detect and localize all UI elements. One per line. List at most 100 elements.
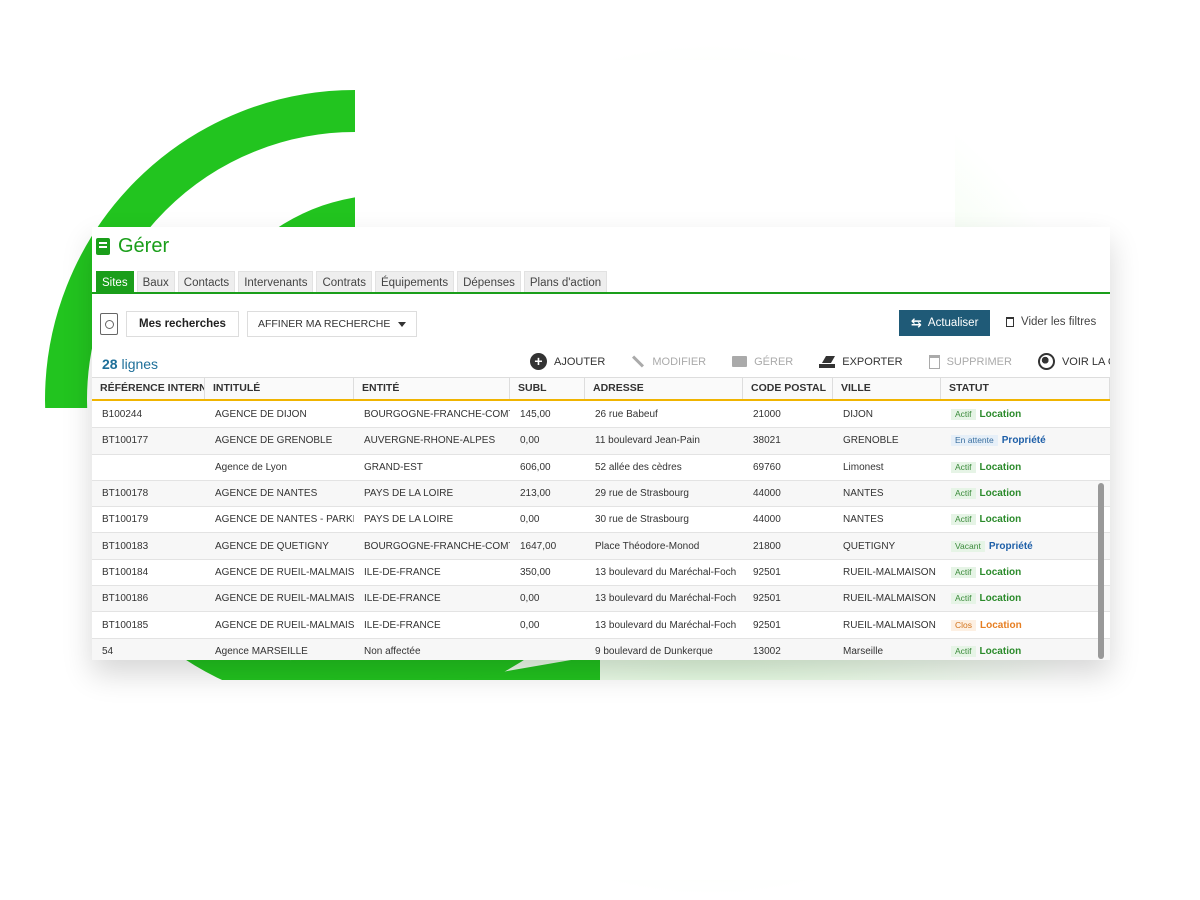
tab-5[interactable]: Équipements bbox=[374, 271, 455, 294]
vertical-scrollbar[interactable] bbox=[1098, 483, 1104, 659]
tab-4[interactable]: Contrats bbox=[316, 271, 372, 294]
refresh-label: Actualiser bbox=[927, 317, 979, 329]
column-header[interactable]: VILLE bbox=[833, 378, 941, 399]
tab-6[interactable]: Dépenses bbox=[457, 271, 521, 294]
cell-status: Actif Location bbox=[941, 566, 1110, 578]
table-row[interactable]: Agence de Lyon GRAND-EST 606,00 52 allée de… bbox=[92, 454, 1110, 481]
cell-status: Actif Location bbox=[941, 409, 1110, 421]
table-row[interactable]: BT100185 AGENCE DE RUEIL-MALMAISON - F ILE… bbox=[92, 612, 1110, 639]
trash-icon bbox=[1006, 317, 1014, 327]
table-row[interactable]: BT100179 AGENCE DE NANTES - PARKING PAYS D… bbox=[92, 507, 1110, 534]
cell-city: Limonest bbox=[843, 461, 884, 473]
view-map-button[interactable]: VOIR LA CARTE bbox=[1037, 353, 1110, 370]
type-label: Location bbox=[979, 488, 1022, 500]
status-badge: Actif bbox=[951, 514, 976, 526]
cell-ref: BT100186 bbox=[102, 593, 149, 605]
cell-entity: GRAND-EST bbox=[364, 461, 423, 473]
type-label: Location bbox=[979, 409, 1022, 421]
delete-button[interactable]: SUPPRIMER bbox=[928, 354, 1012, 369]
column-header[interactable]: ADRESSE bbox=[585, 378, 743, 399]
column-header[interactable]: INTITULÉ bbox=[205, 378, 354, 399]
cell-name: Agence de Lyon bbox=[215, 461, 287, 473]
export-icon bbox=[819, 356, 836, 368]
document-search-icon[interactable] bbox=[100, 313, 118, 335]
row-count: 28 lignes bbox=[102, 356, 158, 372]
type-label: Location bbox=[979, 645, 1022, 657]
cell-subl: 350,00 bbox=[520, 566, 551, 578]
refine-search-dropdown[interactable]: AFFINER MA RECHERCHE bbox=[246, 311, 418, 337]
status-badge: En attente bbox=[951, 435, 998, 447]
column-header[interactable]: ENTITÉ bbox=[354, 378, 510, 399]
cell-zip: 92501 bbox=[753, 566, 781, 578]
tab-3[interactable]: Intervenants bbox=[238, 271, 314, 294]
cell-name: AGENCE DE NANTES - PARKING bbox=[215, 514, 354, 526]
cell-ref: BT100178 bbox=[102, 488, 149, 500]
tab-2[interactable]: Contacts bbox=[177, 271, 236, 294]
column-header[interactable]: RÉFÉRENCE INTERNE bbox=[92, 378, 205, 399]
export-button[interactable]: EXPORTER bbox=[819, 356, 903, 368]
plus-circle-icon: + bbox=[530, 353, 547, 370]
cell-address: 26 rue Babeuf bbox=[595, 409, 658, 421]
tab-1[interactable]: Baux bbox=[136, 271, 175, 294]
column-header[interactable]: STATUT bbox=[941, 378, 1110, 399]
search-bar: Mes recherches AFFINER MA RECHERCHE bbox=[100, 311, 418, 337]
refresh-icon: ⇆ bbox=[911, 315, 922, 330]
cell-subl: 0,00 bbox=[520, 435, 540, 447]
cell-status: Actif Location bbox=[941, 593, 1110, 605]
add-button[interactable]: + AJOUTER bbox=[530, 353, 605, 370]
status-badge: Clos bbox=[951, 619, 977, 631]
table-body: B100244 AGENCE DE DIJON BOURGOGNE-FRANCHE-… bbox=[92, 402, 1110, 660]
cell-ref: BT100177 bbox=[102, 435, 149, 447]
table-row[interactable]: BT100186 AGENCE DE RUEIL-MALMAISON - E ILE… bbox=[92, 586, 1110, 613]
edit-button[interactable]: MODIFIER bbox=[631, 355, 706, 368]
cell-subl: 0,00 bbox=[520, 514, 540, 526]
delete-label: SUPPRIMER bbox=[946, 355, 1012, 368]
saved-searches-button[interactable]: Mes recherches bbox=[126, 311, 239, 337]
tab-0[interactable]: Sites bbox=[96, 271, 134, 294]
cell-ref: BT100185 bbox=[102, 619, 149, 631]
type-label: Propriété bbox=[1001, 435, 1046, 447]
refresh-button[interactable]: ⇆ Actualiser bbox=[899, 310, 991, 336]
table-row[interactable]: BT100178 AGENCE DE NANTES PAYS DE LA LOIRE… bbox=[92, 480, 1110, 508]
manage-button[interactable]: GÉRER bbox=[732, 356, 793, 368]
cell-subl: 0,00 bbox=[520, 593, 540, 605]
cell-city: RUEIL-MALMAISON bbox=[843, 619, 936, 631]
clear-filters-button[interactable]: Vider les filtres bbox=[1006, 316, 1096, 328]
table-row[interactable]: BT100177 AGENCE DE GRENOBLE AUVERGNE-RHONE… bbox=[92, 428, 1110, 455]
table-row[interactable]: B100244 AGENCE DE DIJON BOURGOGNE-FRANCHE-… bbox=[92, 402, 1110, 429]
cell-entity: BOURGOGNE-FRANCHE-COMTE bbox=[364, 409, 510, 421]
column-header[interactable]: CODE POSTAL bbox=[743, 378, 833, 399]
table-row[interactable]: 54 Agence MARSEILLE Non affectée 9 boulevar… bbox=[92, 638, 1110, 660]
table-row[interactable]: BT100183 AGENCE DE QUETIGNY BOURGOGNE-FRAN… bbox=[92, 533, 1110, 560]
caret-down-icon bbox=[398, 321, 407, 327]
globe-icon bbox=[1037, 353, 1055, 370]
column-header[interactable]: SUBL bbox=[510, 378, 585, 399]
status-badge: Actif bbox=[951, 645, 976, 657]
cell-zip: 44000 bbox=[753, 514, 781, 526]
action-toolbar: + AJOUTER MODIFIER GÉRER EXPORTER SUPPRI… bbox=[530, 353, 1110, 370]
tab-bar: Sites Baux Contacts Intervenants Contrats Équ… bbox=[96, 271, 608, 294]
view-map-label: VOIR LA CARTE bbox=[1061, 355, 1110, 368]
cell-ref: BT100184 bbox=[102, 566, 149, 578]
cell-city: RUEIL-MALMAISON bbox=[843, 566, 936, 578]
pencil-icon bbox=[632, 355, 645, 368]
type-label: Location bbox=[979, 593, 1022, 605]
cell-name: AGENCE DE GRENOBLE bbox=[215, 435, 333, 447]
page-title: Gérer bbox=[118, 235, 170, 257]
cell-zip: 69760 bbox=[753, 461, 781, 473]
type-label: Location bbox=[979, 461, 1022, 473]
cell-entity: BOURGOGNE-FRANCHE-COMTE bbox=[364, 540, 510, 552]
cell-name: AGENCE DE QUETIGNY bbox=[215, 540, 329, 552]
type-label: Location bbox=[980, 619, 1022, 631]
trash-icon bbox=[928, 354, 940, 369]
cell-name: AGENCE DE RUEIL-MALMAISON bbox=[215, 566, 354, 578]
table-row[interactable]: BT100184 AGENCE DE RUEIL-MALMAISON ILE-DE-… bbox=[92, 559, 1110, 587]
cell-zip: 21000 bbox=[753, 409, 781, 421]
tab-7[interactable]: Plans d'action bbox=[523, 271, 608, 294]
cell-zip: 44000 bbox=[753, 488, 781, 500]
cell-subl: 1647,00 bbox=[520, 540, 557, 552]
cell-subl: 145,00 bbox=[520, 409, 551, 421]
table-header: RÉFÉRENCE INTERNE INTITULÉ ENTITÉ SUBL ADRES… bbox=[92, 377, 1110, 401]
cell-status: Actif Location bbox=[941, 488, 1110, 500]
cell-ref: BT100183 bbox=[102, 540, 149, 552]
